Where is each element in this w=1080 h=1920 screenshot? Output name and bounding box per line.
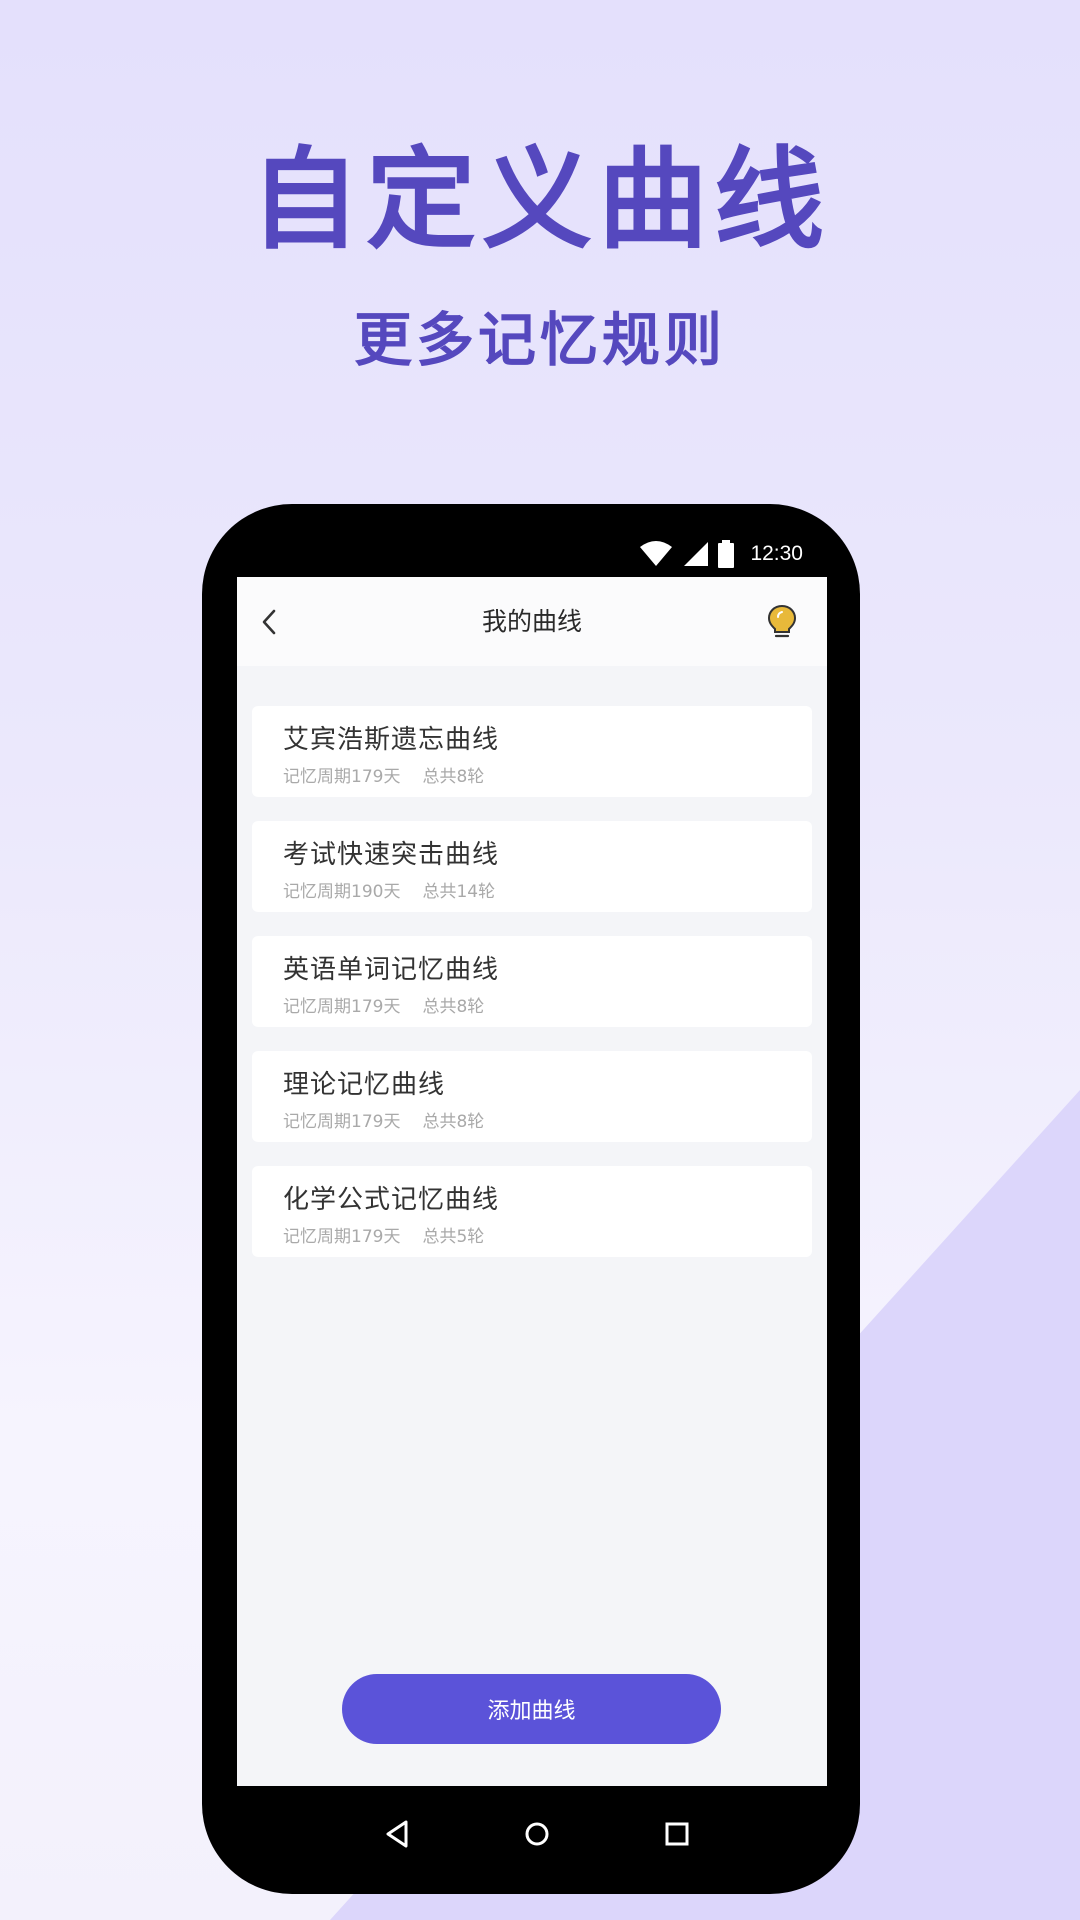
app-bar: 我的曲线 — [237, 577, 827, 666]
nav-home-icon[interactable] — [517, 1814, 557, 1854]
curve-meta: 记忆周期179天 总共8轮 — [283, 992, 506, 1017]
curve-card[interactable]: 化学公式记忆曲线 记忆周期179天 总共5轮 — [252, 1166, 812, 1257]
curve-name: 化学公式记忆曲线 — [283, 1185, 500, 1215]
wifi-icon — [640, 541, 673, 566]
status-time: 12:30 — [750, 542, 803, 565]
add-curve-button[interactable]: 添加曲线 — [342, 1674, 721, 1744]
curve-card[interactable]: 理论记忆曲线 记忆周期179天 总共8轮 — [252, 1051, 812, 1142]
curve-meta: 记忆周期179天 总共8轮 — [283, 1107, 506, 1132]
curve-name: 艾宾浩斯遗忘曲线 — [283, 725, 500, 755]
cell-signal-icon — [684, 542, 709, 566]
curve-name: 考试快速突击曲线 — [283, 840, 500, 870]
curve-card[interactable]: 艾宾浩斯遗忘曲线 记忆周期179天 总共8轮 — [252, 706, 812, 797]
curve-period: 记忆周期179天 — [283, 997, 401, 1017]
curve-period: 记忆周期179天 — [283, 1227, 401, 1247]
curve-rounds: 总共8轮 — [422, 1112, 485, 1132]
curve-name: 英语单词记忆曲线 — [283, 955, 500, 985]
lightbulb-icon[interactable] — [765, 603, 799, 641]
nav-recents-icon[interactable] — [657, 1814, 697, 1854]
curve-rounds: 总共14轮 — [422, 882, 496, 902]
curve-period: 记忆周期179天 — [283, 1112, 401, 1132]
curve-meta: 记忆周期179天 总共8轮 — [283, 762, 506, 787]
page-title: 我的曲线 — [481, 607, 582, 636]
curve-card[interactable]: 英语单词记忆曲线 记忆周期179天 总共8轮 — [252, 936, 812, 1027]
phone-frame: 12:30 我的曲线 艾宾浩斯遗忘曲线 记忆周期179天 总共8轮 考试快速突击曲… — [202, 504, 860, 1894]
curve-rounds: 总共5轮 — [422, 1227, 485, 1247]
curve-period: 记忆周期190天 — [283, 882, 401, 902]
promo-subheadline: 更多记忆规则 — [353, 306, 726, 374]
nav-back-icon[interactable] — [378, 1814, 418, 1854]
curve-rounds: 总共8轮 — [422, 767, 485, 787]
system-nav-bar — [202, 1814, 860, 1864]
curve-card[interactable]: 考试快速突击曲线 记忆周期190天 总共14轮 — [252, 821, 812, 912]
battery-icon — [718, 540, 735, 568]
curve-meta: 记忆周期190天 总共14轮 — [283, 877, 517, 902]
app-screen: 我的曲线 艾宾浩斯遗忘曲线 记忆周期179天 总共8轮 考试快速突击曲线 记忆周期… — [237, 577, 827, 1786]
curve-rounds: 总共8轮 — [422, 997, 485, 1017]
chevron-left-icon[interactable] — [255, 605, 285, 639]
curve-period: 记忆周期179天 — [283, 767, 401, 787]
curve-meta: 记忆周期179天 总共5轮 — [283, 1222, 506, 1247]
status-bar: 12:30 — [237, 532, 829, 578]
promo-headline: 自定义曲线 — [250, 136, 830, 264]
curve-name: 理论记忆曲线 — [283, 1070, 446, 1100]
